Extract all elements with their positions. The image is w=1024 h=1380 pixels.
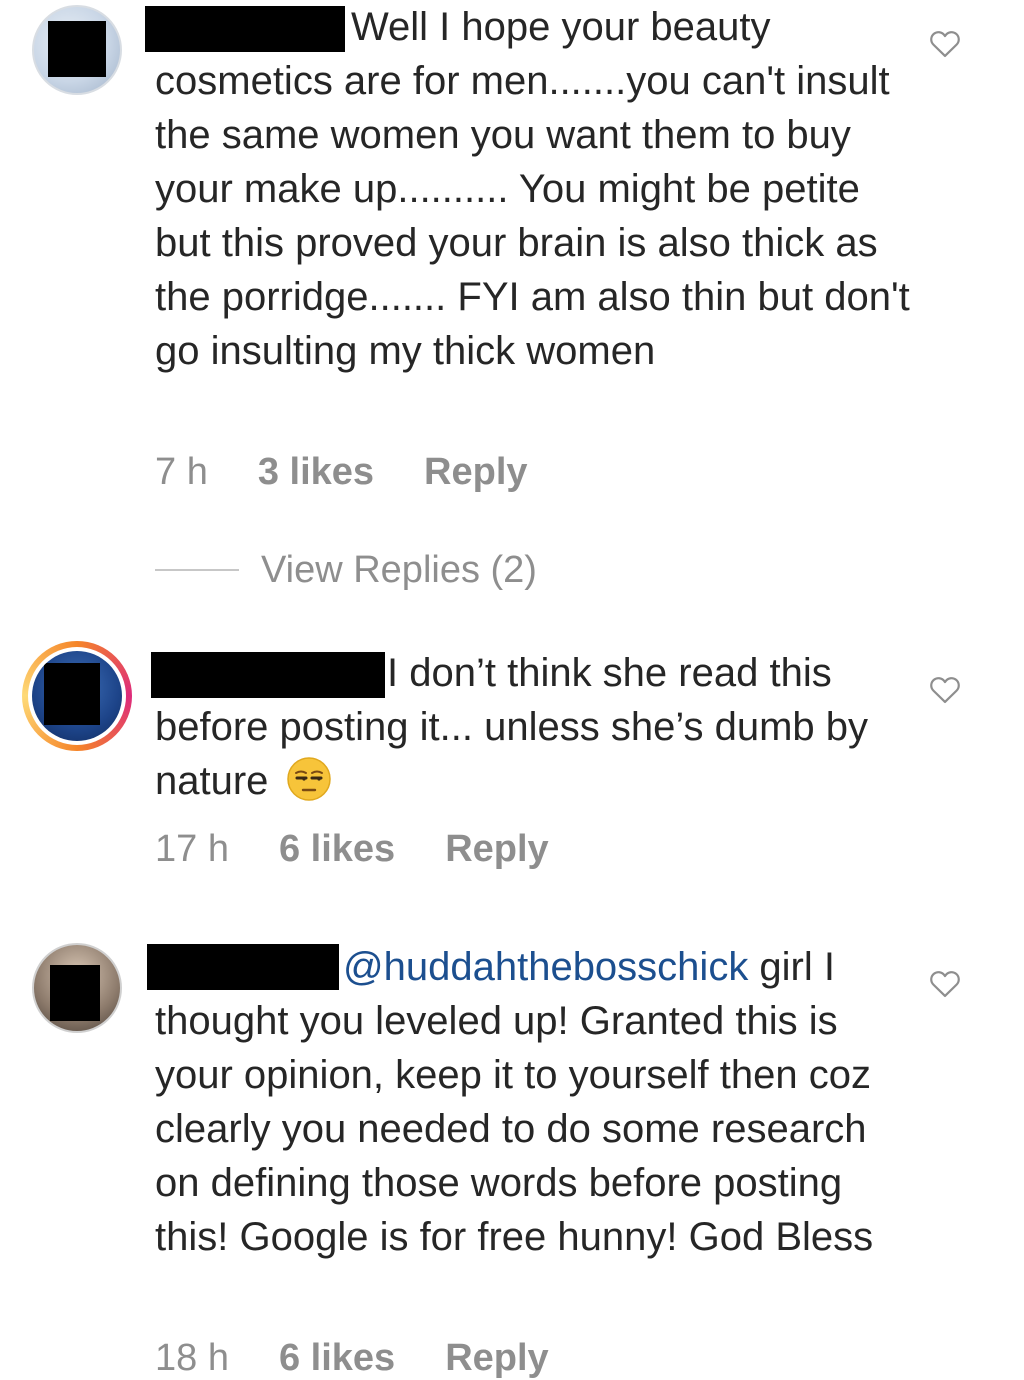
avatar[interactable] [22,641,132,751]
avatar-image [32,651,122,741]
user-mention-link[interactable]: @huddahthebosschick [343,945,748,989]
comment-text: @huddahthebosschick girl I thought you l… [155,940,915,1264]
unamused-face-icon [286,757,331,801]
reply-button[interactable]: Reply [424,450,527,494]
comment-text: Well I hope your beauty cosmetics are fo… [155,5,910,373]
avatar-inner [28,647,126,745]
timestamp: 7 h [155,451,208,493]
comment-meta: 17 h 6 likes Reply [155,827,549,871]
comment-meta: 7 h 3 likes Reply [155,450,528,494]
timestamp: 18 h [155,1337,229,1379]
view-replies-button[interactable]: View Replies (2) [155,548,537,592]
heart-outline-icon[interactable] [928,28,962,58]
likes-count[interactable]: 3 likes [258,450,374,494]
comment-text: I don’t think she read this before posti… [155,646,915,808]
view-replies-label: View Replies (2) [261,548,537,591]
reply-button[interactable]: Reply [445,1336,548,1380]
redaction-box [50,965,100,1021]
avatar[interactable] [32,5,122,95]
comment-meta: 18 h 6 likes Reply [155,1336,549,1380]
redaction-box [44,663,100,725]
heart-outline-icon[interactable] [928,674,962,704]
divider-line [155,569,239,571]
comment-text-body: girl I thought you leveled up! Granted t… [155,945,874,1259]
likes-count[interactable]: 6 likes [279,827,395,871]
reply-button[interactable]: Reply [445,827,548,871]
heart-outline-icon[interactable] [928,968,962,998]
timestamp: 17 h [155,828,229,870]
likes-count[interactable]: 6 likes [279,1336,395,1380]
avatar[interactable] [32,943,122,1033]
comment-text-body: I don’t think she read this before posti… [155,651,869,803]
redaction-box [48,21,106,77]
